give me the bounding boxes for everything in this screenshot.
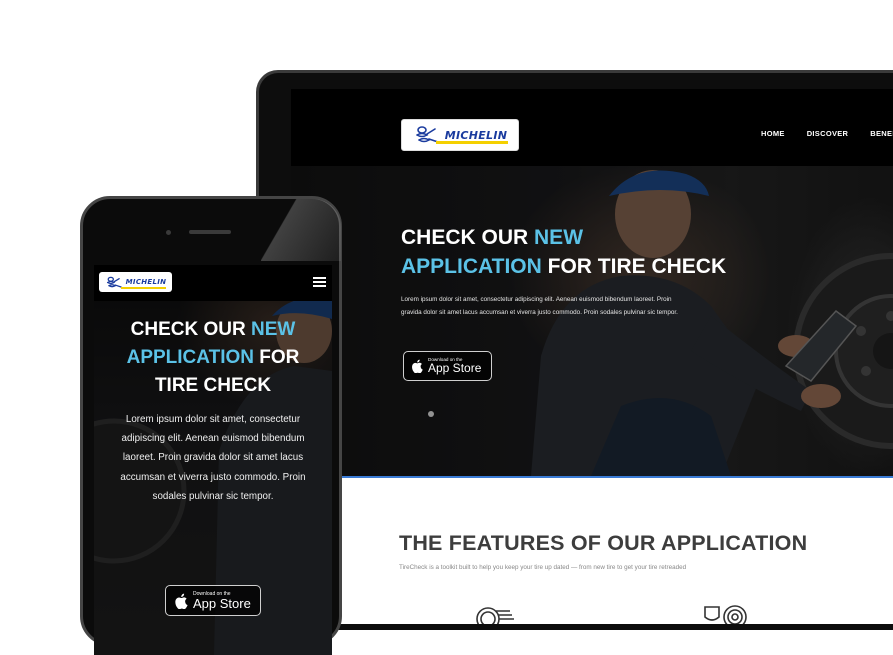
hero-text: CHECK OUR NEW APPLICATION FOR TIRE CHECK… bbox=[401, 224, 761, 320]
main-nav: HOME DISCOVER BENEFITS bbox=[761, 129, 893, 138]
phone-screen: MICHELIN CHECK OUR NEW APPLICATION FOR T… bbox=[94, 265, 332, 655]
michelin-logo[interactable]: MICHELIN bbox=[99, 272, 172, 292]
hero-title-part: TIRE CHECK bbox=[154, 374, 272, 396]
mobile-app-store-button[interactable]: Download on the App Store bbox=[165, 585, 261, 616]
site-header: MICHELIN HOME DISCOVER BENEFITS bbox=[291, 89, 893, 166]
michelin-logo[interactable]: MICHELIN bbox=[401, 119, 519, 151]
phone-mockup: MICHELIN CHECK OUR NEW APPLICATION FOR T… bbox=[80, 196, 342, 655]
app-store-texts: Download on the App Store bbox=[428, 357, 482, 376]
laptop-screen: MICHELIN HOME DISCOVER BENEFITS bbox=[291, 89, 893, 624]
hero-background-photo bbox=[291, 166, 893, 476]
hero-section: CHECK OUR NEW APPLICATION FOR TIRE CHECK… bbox=[291, 166, 893, 478]
hero-title-accent: NEW bbox=[251, 319, 296, 340]
nav-item-discover[interactable]: DISCOVER bbox=[807, 129, 849, 138]
hero-title-part: CHECK OUR bbox=[130, 319, 251, 340]
features-section: THE FEATURES OF OUR APPLICATION TireChec… bbox=[291, 478, 893, 624]
hero-title-part: FOR bbox=[253, 346, 300, 368]
app-store-big-label: App Store bbox=[428, 361, 482, 376]
brand-stripe bbox=[436, 141, 508, 144]
hero-title-part: CHECK OUR bbox=[401, 226, 535, 249]
brand-name: MICHELIN bbox=[125, 278, 167, 286]
laptop-mockup: MICHELIN HOME DISCOVER BENEFITS bbox=[256, 70, 893, 630]
phone-speaker bbox=[189, 230, 231, 234]
app-store-texts: Download on the App Store bbox=[193, 591, 251, 611]
hamburger-menu-icon[interactable] bbox=[313, 277, 326, 289]
hero-title-part: FOR TIRE CHECK bbox=[541, 254, 727, 278]
features-title: THE FEATURES OF OUR APPLICATION bbox=[399, 531, 808, 555]
hero-title-accent: APPLICATION bbox=[126, 346, 254, 368]
nav-item-home[interactable]: HOME bbox=[761, 129, 785, 138]
mobile-header: MICHELIN bbox=[94, 265, 332, 301]
hero-title-accent: NEW bbox=[534, 226, 584, 249]
features-subtitle: TireCheck is a toolkit built to help you… bbox=[399, 564, 687, 571]
apple-icon bbox=[412, 359, 423, 373]
hero-title: CHECK OUR NEW APPLICATION FOR TIRE CHECK bbox=[401, 224, 761, 281]
brand-stripe bbox=[121, 287, 166, 289]
apple-icon bbox=[175, 593, 188, 609]
hero-title-accent: APPLICATION bbox=[401, 254, 542, 278]
phone-sensor bbox=[166, 230, 171, 235]
mobile-hero-text: CHECK OUR NEW APPLICATION FOR TIRE CHECK… bbox=[94, 316, 332, 506]
nav-item-benefits[interactable]: BENEFITS bbox=[870, 129, 893, 138]
hero-description: Lorem ipsum dolor sit amet, consectetur … bbox=[401, 296, 678, 317]
app-store-big-label: App Store bbox=[193, 595, 251, 611]
brand-name: MICHELIN bbox=[444, 128, 508, 142]
mobile-hero-description: Lorem ipsum dolor sit amet, consectetur … bbox=[120, 413, 306, 502]
tire-gauge-icon bbox=[704, 605, 747, 624]
phone-glare bbox=[261, 199, 341, 261]
app-store-button[interactable]: Download on the App Store bbox=[403, 351, 492, 381]
mobile-hero-title: CHECK OUR NEW APPLICATION FOR TIRE CHECK bbox=[94, 316, 332, 400]
slider-dot[interactable] bbox=[428, 411, 434, 417]
bibendum-icon bbox=[106, 276, 122, 288]
